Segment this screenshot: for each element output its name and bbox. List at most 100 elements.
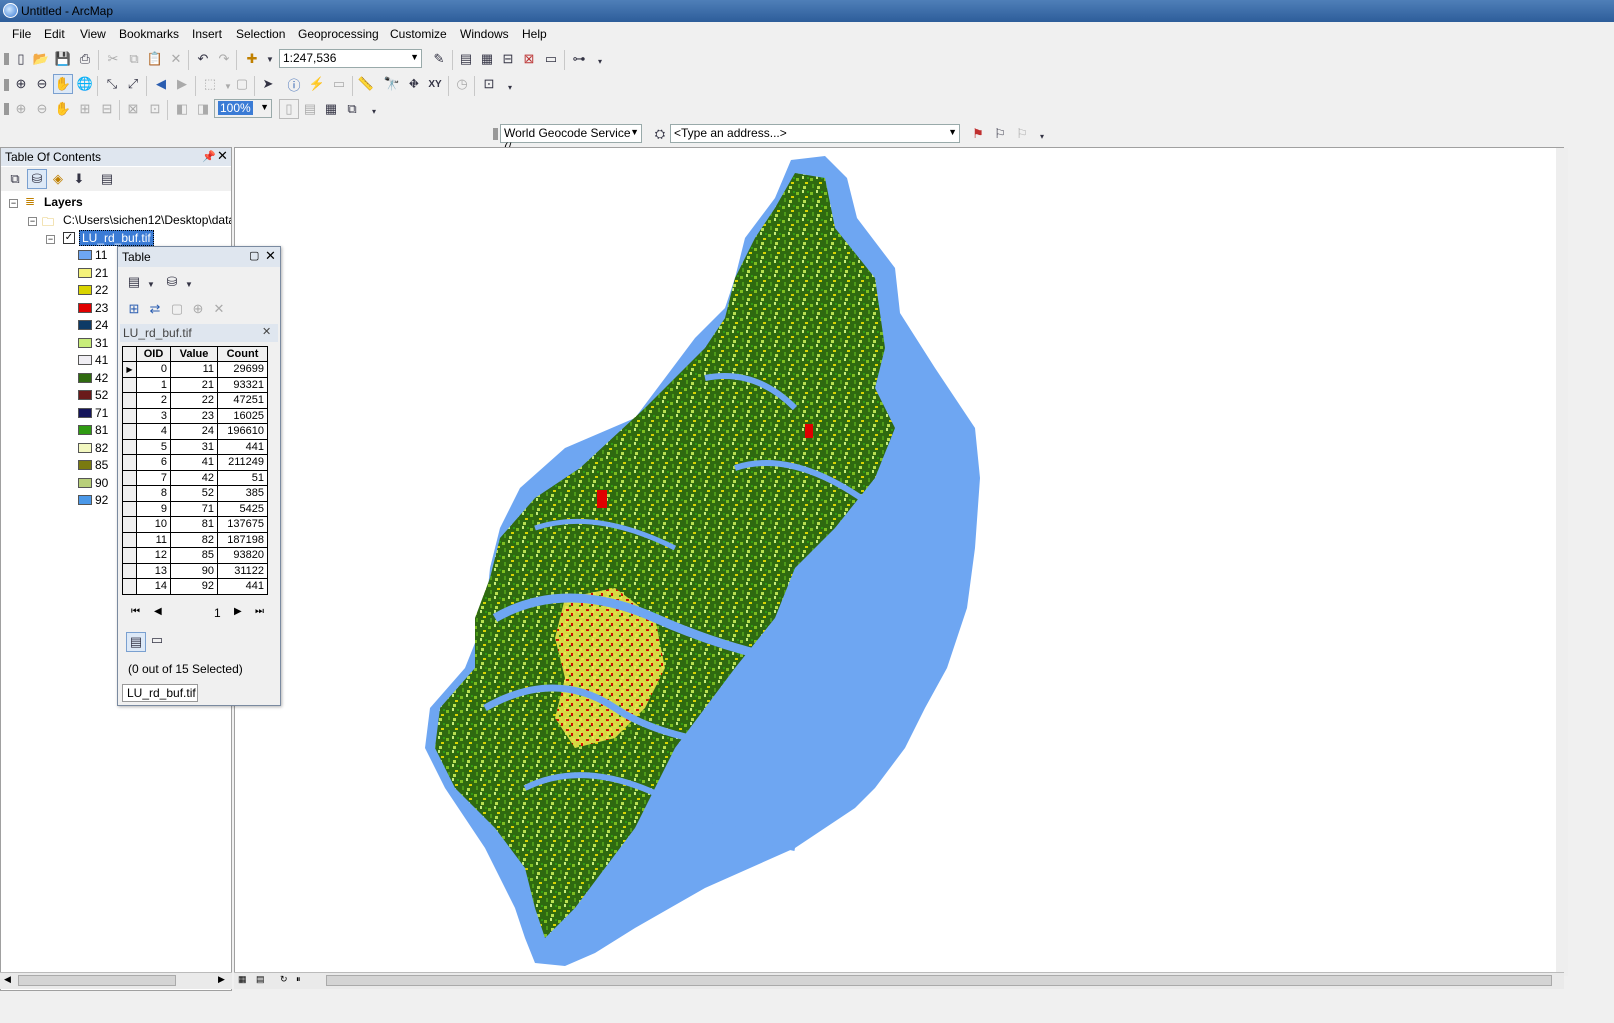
cell-oid[interactable]: 0 [136, 361, 171, 378]
row-selector[interactable] [122, 469, 137, 486]
menu-insert[interactable]: Insert [192, 27, 222, 41]
select-elements-icon[interactable]: ➤ [258, 74, 278, 94]
menu-help[interactable]: Help [522, 27, 547, 41]
toolbar-grip[interactable] [4, 103, 9, 115]
row-selector[interactable] [122, 423, 137, 440]
toolbar-options-icon[interactable]: ▾ [500, 77, 520, 97]
cell-oid[interactable]: 14 [136, 578, 171, 595]
close-icon[interactable]: ✕ [265, 248, 276, 264]
cell-count[interactable]: 16025 [217, 407, 268, 424]
layer-name-label[interactable]: LU_rd_buf.tif [79, 230, 154, 246]
save-icon[interactable]: 💾 [53, 49, 73, 69]
cell-value[interactable]: 31 [170, 438, 218, 455]
show-selected-records-icon[interactable]: ▭ [147, 630, 167, 650]
cell-oid[interactable]: 2 [136, 392, 171, 409]
cell-count[interactable]: 47251 [217, 392, 268, 409]
toolbar-options-icon[interactable]: ▾ [364, 101, 384, 121]
model-builder-icon[interactable]: ⊶ [569, 49, 589, 69]
cell-count[interactable]: 51 [217, 469, 268, 486]
toc-options-icon[interactable]: ▤ [97, 169, 117, 189]
full-extent-icon[interactable]: 🌐 [75, 74, 95, 94]
select-features-icon[interactable]: ⬚ [200, 74, 220, 94]
cell-value[interactable]: 52 [170, 485, 218, 502]
cell-oid[interactable]: 10 [136, 516, 171, 533]
change-layout-icon[interactable]: ▦ [321, 99, 341, 119]
cell-oid[interactable]: 1 [136, 376, 171, 393]
cell-oid[interactable]: 13 [136, 562, 171, 579]
back-extent-icon[interactable]: ◀ [151, 74, 171, 94]
folder-path-label[interactable]: C:\Users\sichen12\Desktop\data [63, 213, 231, 227]
row-selector[interactable] [122, 407, 137, 424]
legend-swatch[interactable] [78, 460, 92, 470]
zoom-in-icon[interactable]: ⊕ [11, 74, 31, 94]
list-by-source-icon[interactable]: ⛁ [27, 169, 47, 189]
address-inspector-icon[interactable]: ⛭ [650, 124, 670, 144]
chevron-down-icon[interactable]: ▼ [260, 49, 280, 69]
create-viewer-window-icon[interactable]: ⊡ [479, 74, 499, 94]
collapse-layers-icon[interactable]: − [9, 199, 18, 208]
legend-swatch[interactable] [78, 250, 92, 260]
list-by-selection-icon[interactable]: ⬇ [69, 169, 89, 189]
data-view-icon[interactable]: ▤ [256, 974, 265, 985]
cell-oid[interactable]: 7 [136, 469, 171, 486]
table-row[interactable]: 2 22 47251 [122, 392, 268, 409]
cell-oid[interactable]: 4 [136, 423, 171, 440]
pin-icon[interactable]: 📌 [202, 150, 216, 163]
maximize-icon[interactable]: ▢ [249, 249, 259, 262]
row-selector[interactable] [122, 376, 137, 393]
cut-icon[interactable]: ✂ [103, 49, 123, 69]
html-popup-icon[interactable]: ▭ [329, 74, 349, 94]
previous-extent-layout-icon[interactable]: ◧ [172, 99, 192, 119]
table-row[interactable]: 13 90 31122 [122, 562, 268, 579]
delete-icon[interactable]: ✕ [166, 49, 186, 69]
cell-count[interactable]: 93820 [217, 547, 268, 564]
refresh-icon[interactable]: ↻ [280, 974, 288, 985]
previous-record-icon[interactable]: ◀ [154, 606, 162, 617]
menu-windows[interactable]: Windows [460, 27, 509, 41]
menu-view[interactable]: View [80, 27, 106, 41]
layer-visibility-checkbox[interactable]: ✓ [63, 232, 75, 244]
clear-selection-icon[interactable]: ▢ [232, 74, 252, 94]
cell-value[interactable]: 71 [170, 500, 218, 517]
cell-count[interactable]: 196610 [217, 423, 268, 440]
cell-count[interactable]: 441 [217, 578, 268, 595]
row-selector[interactable] [122, 454, 137, 471]
table-row[interactable]: 9 71 5425 [122, 500, 268, 517]
legend-swatch[interactable] [78, 477, 92, 488]
select-by-attributes-icon[interactable]: ⊞ [124, 299, 144, 319]
toolbar-grip[interactable] [4, 53, 9, 65]
table-row[interactable]: 4 24 196610 [122, 423, 268, 440]
cell-value[interactable]: 41 [170, 454, 218, 471]
measure-icon[interactable]: 📏 [356, 74, 376, 94]
table-row[interactable]: 5 31 441 [122, 438, 268, 455]
pause-drawing-icon[interactable]: ⏸ [296, 974, 301, 985]
row-selector[interactable] [122, 531, 137, 548]
row-selector[interactable] [122, 547, 137, 564]
geocode-options-icon[interactable]: ⚐ [1012, 124, 1032, 144]
cell-count[interactable]: 187198 [217, 531, 268, 548]
cell-oid[interactable]: 12 [136, 547, 171, 564]
legend-swatch[interactable] [78, 285, 92, 295]
toolbar-options-icon[interactable]: ▾ [590, 51, 610, 71]
cell-count[interactable]: 211249 [217, 454, 268, 471]
find-icon[interactable]: 🔭 [382, 74, 402, 94]
chevron-down-icon[interactable]: ▼ [179, 274, 199, 294]
table-of-contents-icon[interactable]: ▤ [456, 49, 476, 69]
table-row[interactable]: 10 81 137675 [122, 516, 268, 533]
row-selector[interactable] [122, 500, 137, 517]
menu-geoprocessing[interactable]: Geoprocessing [298, 27, 379, 41]
column-header-oid[interactable]: OID [136, 346, 171, 362]
cell-value[interactable]: 24 [170, 423, 218, 440]
legend-swatch[interactable] [78, 320, 92, 330]
review-rematch-icon[interactable]: ⚐ [990, 124, 1010, 144]
go-to-xy-icon[interactable]: XY [425, 74, 445, 94]
menu-file[interactable]: File [12, 27, 31, 41]
close-icon[interactable]: ✕ [217, 148, 228, 164]
zoom-100-percent-icon[interactable]: ⊟ [97, 99, 117, 119]
scroll-right-icon[interactable]: ▶ [218, 974, 225, 985]
clear-selection-icon[interactable]: ▢ [167, 299, 187, 319]
table-row[interactable]: 12 85 93820 [122, 547, 268, 564]
cell-count[interactable]: 5425 [217, 500, 268, 517]
fixed-zoom-in-layout-icon[interactable]: ⊠ [123, 99, 143, 119]
search-window-icon[interactable]: ⊟ [498, 49, 518, 69]
